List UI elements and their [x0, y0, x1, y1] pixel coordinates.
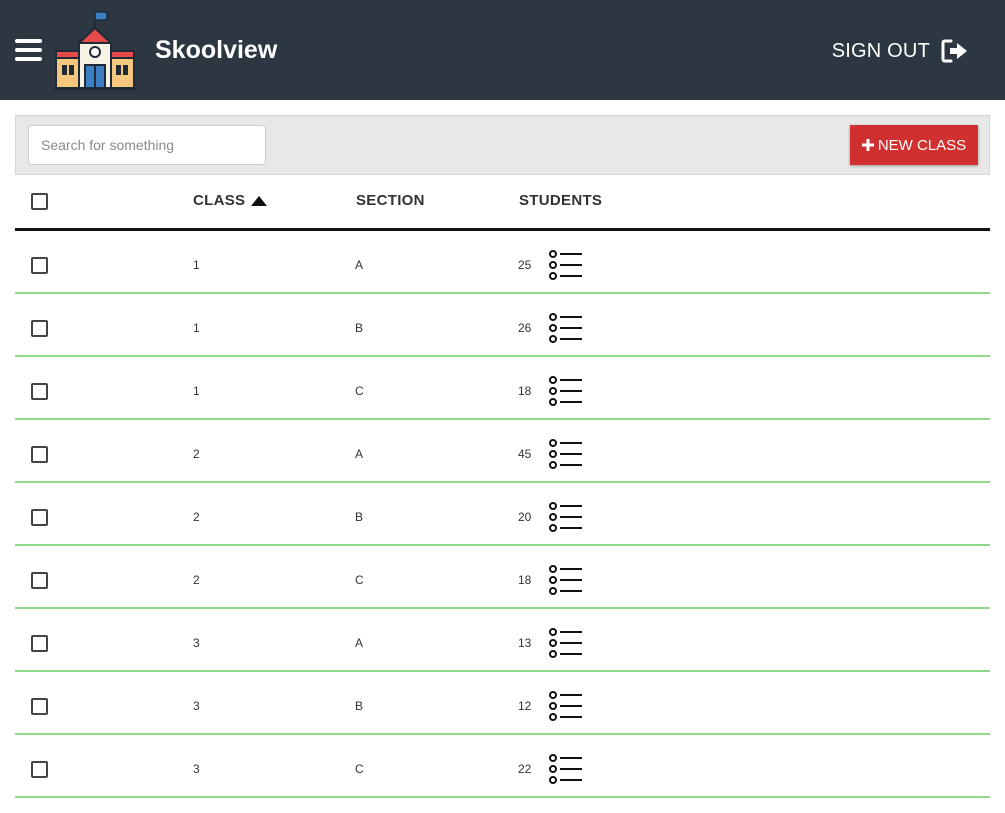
list-icon[interactable]: [549, 313, 583, 343]
table-row: 3 B 12: [15, 672, 990, 735]
row-checkbox[interactable]: [31, 572, 48, 589]
plus-icon: [861, 139, 874, 151]
cell-class: 3: [193, 762, 200, 776]
cell-students: 25: [518, 258, 532, 272]
cell-section: C: [355, 762, 364, 776]
table-header: CLASS SECTION STUDENTS: [15, 175, 990, 231]
hamburger-menu-icon[interactable]: [15, 39, 42, 61]
row-checkbox[interactable]: [31, 446, 48, 463]
new-class-label: NEW CLASS: [877, 136, 967, 154]
classes-table: CLASS SECTION STUDENTS 1 A 25 1 B 26 1 C…: [15, 175, 990, 798]
sign-out-icon: [941, 39, 967, 63]
table-row: 3 C 22: [15, 735, 990, 798]
cell-section: B: [355, 510, 364, 524]
list-icon[interactable]: [549, 376, 583, 406]
row-checkbox[interactable]: [31, 509, 48, 526]
cell-class: 1: [193, 321, 200, 335]
cell-class: 3: [193, 699, 200, 713]
table-row: 3 A 13: [15, 609, 990, 672]
cell-section: B: [355, 321, 364, 335]
cell-students: 13: [518, 636, 532, 650]
sign-out-label: SIGN OUT: [831, 39, 930, 62]
cell-section: A: [355, 447, 364, 461]
sort-ascending-icon: [251, 196, 268, 206]
app-header: Skoolview SIGN OUT: [0, 0, 1005, 100]
cell-section: C: [355, 573, 364, 587]
cell-section: A: [355, 258, 364, 272]
column-header-students[interactable]: STUDENTS: [519, 192, 602, 210]
table-row: 2 B 20: [15, 483, 990, 546]
table-row: 1 A 25: [15, 231, 990, 294]
row-checkbox[interactable]: [31, 383, 48, 400]
table-row: 2 A 45: [15, 420, 990, 483]
cell-class: 2: [193, 447, 200, 461]
list-icon[interactable]: [549, 250, 583, 280]
column-header-class[interactable]: CLASS: [193, 192, 268, 210]
cell-class: 1: [193, 384, 200, 398]
cell-students: 18: [518, 384, 532, 398]
cell-students: 18: [518, 573, 532, 587]
cell-students: 12: [518, 699, 532, 713]
cell-section: A: [355, 636, 364, 650]
search-input[interactable]: [28, 125, 266, 165]
app-name: Skoolview: [155, 36, 278, 64]
row-checkbox[interactable]: [31, 635, 48, 652]
table-row: 2 C 18: [15, 546, 990, 609]
cell-students: 22: [518, 762, 532, 776]
cell-students: 26: [518, 321, 532, 335]
table-row: 1 C 18: [15, 357, 990, 420]
cell-class: 2: [193, 573, 200, 587]
cell-class: 3: [193, 636, 200, 650]
list-icon[interactable]: [549, 628, 583, 658]
list-icon[interactable]: [549, 439, 583, 469]
select-all-checkbox[interactable]: [31, 193, 48, 210]
list-icon[interactable]: [549, 502, 583, 532]
cell-students: 20: [518, 510, 532, 524]
list-icon[interactable]: [549, 565, 583, 595]
sign-out-button[interactable]: SIGN OUT: [832, 35, 970, 67]
cell-students: 45: [518, 447, 532, 461]
row-checkbox[interactable]: [31, 257, 48, 274]
row-checkbox[interactable]: [31, 761, 48, 778]
table-row: 1 B 26: [15, 294, 990, 357]
row-checkbox[interactable]: [31, 320, 48, 337]
cell-class: 1: [193, 258, 200, 272]
cell-section: C: [355, 384, 364, 398]
toolbar: NEW CLASS: [15, 115, 990, 175]
cell-class: 2: [193, 510, 200, 524]
row-checkbox[interactable]: [31, 698, 48, 715]
column-header-class-label: CLASS: [193, 192, 246, 209]
list-icon[interactable]: [549, 691, 583, 721]
column-header-section[interactable]: SECTION: [356, 192, 425, 210]
school-building-icon: [54, 11, 136, 91]
new-class-button[interactable]: NEW CLASS: [850, 125, 978, 165]
cell-section: B: [355, 699, 364, 713]
list-icon[interactable]: [549, 754, 583, 784]
